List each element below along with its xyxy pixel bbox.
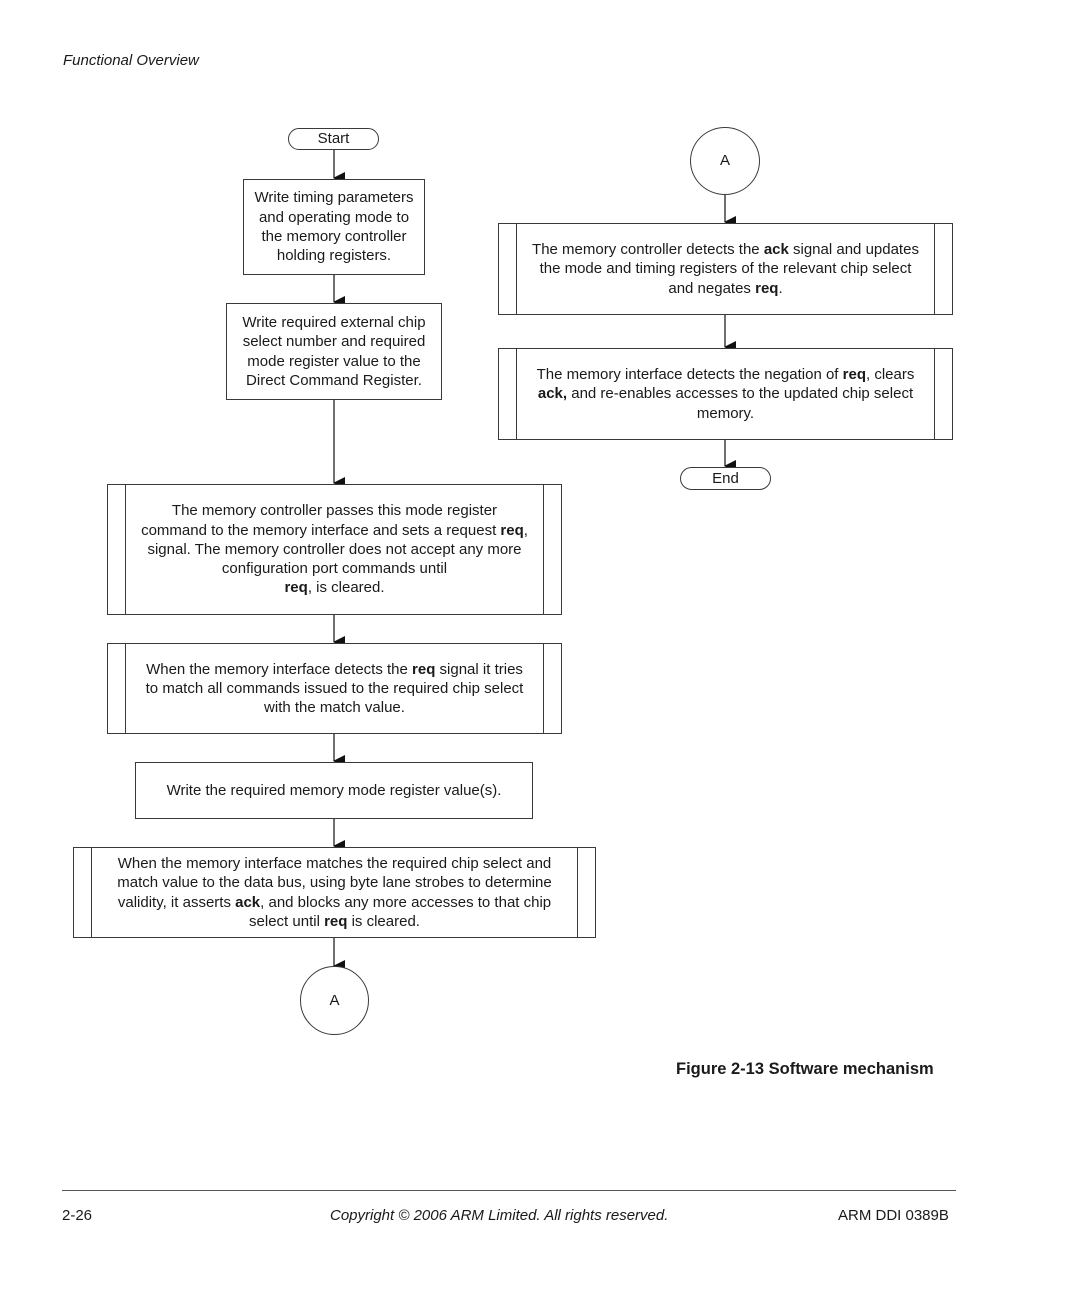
footer-divider <box>62 1190 956 1191</box>
page-number: 2-26 <box>62 1207 93 1224</box>
process-pass-mode-register: The memory controller passes this mode r… <box>107 484 562 615</box>
process-detect-ack: The memory controller detects the ack si… <box>498 223 953 315</box>
process-assert-ack: When the memory interface matches the re… <box>73 847 596 938</box>
step-write-mode-value: Write the required memory mode register … <box>135 762 533 819</box>
document-id: ARM DDI 0389B <box>838 1207 949 1224</box>
copyright-notice: Copyright © 2006 ARM Limited. All rights… <box>330 1207 669 1224</box>
process-detect-negation: The memory interface detects the negatio… <box>498 348 953 440</box>
process-detect-req: When the memory interface detects the re… <box>107 643 562 734</box>
figure-caption: Figure 2-13 Software mechanism <box>676 1060 934 1078</box>
connector-a-in: A <box>690 127 760 195</box>
start-terminal: Start <box>288 128 379 150</box>
end-terminal: End <box>680 467 771 490</box>
step-write-timing: Write timing parameters and operating mod… <box>243 179 425 275</box>
connector-a-out: A <box>300 966 369 1035</box>
step-write-direct-command: Write required external chip select numbe… <box>226 303 442 400</box>
